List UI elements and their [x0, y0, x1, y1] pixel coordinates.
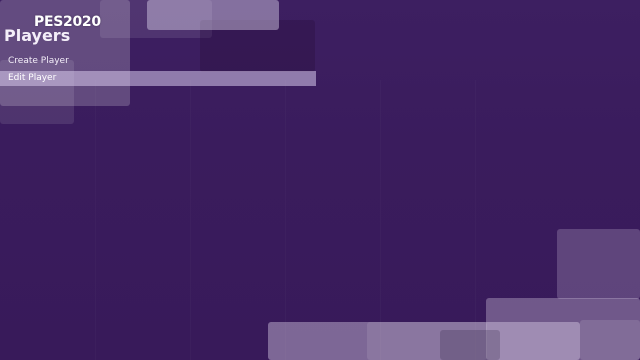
- decorative-panel: [440, 330, 500, 360]
- background-band: [475, 80, 476, 360]
- menu-item-create-player[interactable]: Create Player: [0, 54, 316, 69]
- decorative-panel: [557, 229, 640, 299]
- menu-list: Create Player Edit Player: [0, 54, 316, 88]
- background-band: [95, 80, 96, 360]
- background-band: [380, 80, 381, 360]
- background-band: [285, 80, 286, 360]
- decorative-panel: [147, 0, 279, 30]
- decorative-panel: [580, 320, 640, 360]
- menu-item-edit-player[interactable]: Edit Player: [0, 71, 316, 86]
- background-band: [190, 80, 191, 360]
- menu-title: Players: [4, 26, 71, 45]
- game-screen: PES2020 Players Create Player Edit Playe…: [0, 0, 640, 360]
